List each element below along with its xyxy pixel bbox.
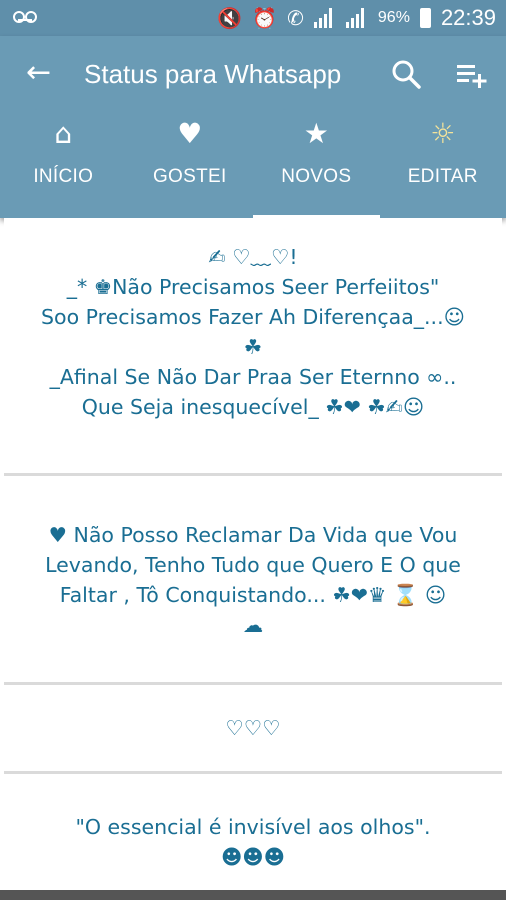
- tab-label: INÍCIO: [33, 166, 94, 187]
- tab-bar: ⌂ INÍCIO ♥ GOSTEI ★ NOVOS ☼ EDITAR: [0, 112, 506, 218]
- tab-label: GOSTEI: [152, 166, 227, 187]
- playlist-add-icon[interactable]: [456, 60, 488, 90]
- status-card[interactable]: ♡♡♡: [4, 685, 502, 774]
- status-clock: 22:39: [440, 5, 496, 30]
- battery-percent: 96%: [377, 9, 410, 26]
- status-text: ♡♡♡: [225, 716, 281, 740]
- sun-icon: ☼: [430, 117, 456, 150]
- star-icon: ★: [303, 117, 329, 150]
- phone-icon: ✆: [287, 7, 304, 30]
- back-arrow-icon[interactable]: ←: [26, 58, 51, 88]
- status-card[interactable]: ✍ ♡﹏♡! _* ♚Não Precisamos Seer Perfeiito…: [4, 218, 502, 476]
- status-card[interactable]: ♥ Não Posso Reclamar Da Vida que Vou Lev…: [4, 476, 502, 685]
- status-card[interactable]: "O essencial é invisível aos olhos". ☻☻☻: [4, 774, 502, 890]
- tab-editar[interactable]: ☼ EDITAR: [380, 112, 506, 218]
- bottom-edge: [0, 890, 506, 900]
- tab-label: NOVOS: [281, 166, 352, 187]
- mute-icon: 🔇: [217, 7, 243, 30]
- home-icon: ⌂: [54, 117, 73, 150]
- signal-icon: [313, 8, 336, 28]
- heart-icon: ♥: [177, 117, 203, 150]
- signal-icon: [345, 8, 368, 28]
- tab-novos[interactable]: ★ NOVOS: [253, 112, 380, 218]
- app-bar: ← Status para Whatsapp ⌂ INÍCIO ♥ GOSTEI…: [0, 36, 506, 218]
- tab-gostei[interactable]: ♥ GOSTEI: [127, 112, 254, 218]
- alarm-icon: ⏰: [252, 7, 278, 30]
- battery-icon: [419, 8, 431, 28]
- status-left: [12, 6, 38, 28]
- tab-inicio[interactable]: ⌂ INÍCIO: [0, 112, 127, 218]
- status-text: ✍ ♡﹏♡! _* ♚Não Precisamos Seer Perfeiito…: [41, 245, 465, 419]
- tab-label: EDITAR: [407, 166, 478, 187]
- app-title: Status para Whatsapp: [84, 59, 342, 89]
- status-bar: 🔇 ⏰ ✆ 96% 22:39: [0, 0, 506, 36]
- status-feed[interactable]: ✍ ♡﹏♡! _* ♚Não Precisamos Seer Perfeiito…: [0, 218, 506, 900]
- status-text: ♥ Não Posso Reclamar Da Vida que Vou Lev…: [45, 523, 461, 637]
- voicemail-icon: [12, 9, 38, 25]
- status-text: "O essencial é invisível aos olhos". ☻☻☻: [75, 815, 431, 869]
- status-right: 🔇 ⏰ ✆ 96% 22:39: [217, 0, 496, 36]
- search-icon[interactable]: [390, 58, 422, 90]
